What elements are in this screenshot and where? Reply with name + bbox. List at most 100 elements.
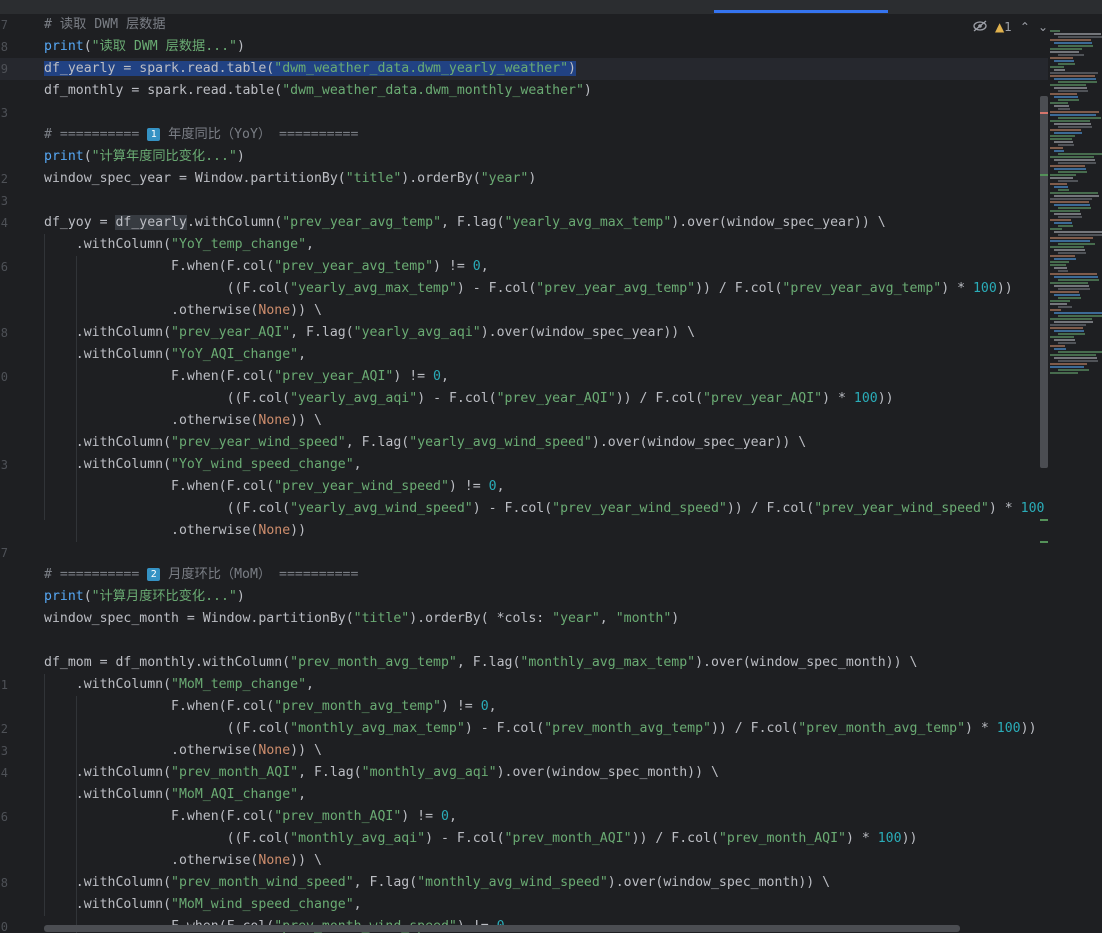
next-problem-icon[interactable]: ⌄	[1038, 20, 1048, 34]
minimap-line	[1050, 246, 1084, 248]
code-line[interactable]: F.when(F.col("prev_year_wind_speed") != …	[0, 476, 1048, 498]
minimap-line	[1058, 252, 1086, 254]
minimap-line	[1058, 234, 1102, 236]
line-number: 7	[0, 18, 8, 32]
minimap-line	[1050, 135, 1075, 137]
code-line[interactable]: 4 df_yoy = df_yearly.withColumn("prev_yea…	[0, 212, 1048, 234]
code-line[interactable]: 0 F.when(F.col("prev_year_AQI") != 0,	[0, 366, 1048, 388]
code-line[interactable]: ((F.col("yearly_avg_wind_speed") - F.col…	[0, 498, 1048, 520]
minimap-line	[1054, 141, 1073, 143]
previous-problem-icon[interactable]: ⌃	[1020, 20, 1030, 34]
minimap-line	[1050, 177, 1073, 179]
line-number: 0	[0, 920, 8, 933]
code-line[interactable]: .withColumn("YoY_AQI_change",	[0, 344, 1048, 366]
minimap-line	[1058, 144, 1074, 146]
minimap-line	[1058, 180, 1078, 182]
code-line[interactable]: 6 F.when(F.col("prev_month_AQI") != 0,	[0, 806, 1048, 828]
vertical-scrollbar[interactable]	[1040, 96, 1048, 468]
code-line[interactable]: # ========== 1 年度同比（YoY） ==========	[0, 124, 1048, 146]
code-line[interactable]: ((F.col("yearly_avg_aqi") - F.col("prev_…	[0, 388, 1048, 410]
line-number: 0	[0, 370, 8, 384]
code-text: .withColumn("YoY_wind_speed_change",	[44, 457, 362, 472]
change-stripe-marker[interactable]	[1040, 541, 1048, 543]
error-stripe-marker[interactable]	[1040, 112, 1048, 114]
minimap-line	[1054, 213, 1081, 215]
line-number: 8	[0, 40, 8, 54]
code-line[interactable]: 4 .withColumn("prev_month_AQI", F.lag("m…	[0, 762, 1048, 784]
code-line[interactable]: .withColumn("MoM_wind_speed_change",	[0, 894, 1048, 916]
editor-tab-bar	[0, 0, 1102, 15]
code-line[interactable]: 3 .otherwise(None)) \	[0, 740, 1048, 762]
code-line[interactable]: print("计算月度环比变化...")	[0, 586, 1048, 608]
code-line[interactable]: 9 df_yearly = spark.read.table("dwm_weath…	[0, 58, 1048, 80]
minimap-line	[1050, 75, 1095, 77]
minimap-line	[1058, 270, 1068, 272]
code-line[interactable]: .withColumn("YoY_temp_change",	[0, 234, 1048, 256]
code-line[interactable]: 2 window_spec_year = Window.partitionBy("…	[0, 168, 1048, 190]
code-line[interactable]: 1 .withColumn("MoM_temp_change",	[0, 674, 1048, 696]
code-line[interactable]: .otherwise(None)) \	[0, 850, 1048, 872]
minimap-line	[1058, 207, 1091, 209]
minimap-line	[1050, 366, 1084, 368]
code-line[interactable]: 8 .withColumn("prev_year_AQI", F.lag("ye…	[0, 322, 1048, 344]
code-line[interactable]: 7	[0, 542, 1048, 564]
change-stripe-marker[interactable]	[1040, 519, 1048, 521]
code-line[interactable]: df_monthly = spark.read.table("dwm_weath…	[0, 80, 1048, 102]
code-line[interactable]: 3	[0, 102, 1048, 124]
code-line[interactable]: .otherwise(None)) \	[0, 300, 1048, 322]
minimap-line	[1058, 243, 1095, 245]
code-text: # ========== 2 月度环比（MoM） ==========	[44, 567, 359, 582]
code-line[interactable]: 8 .withColumn("prev_month_wind_speed", F…	[0, 872, 1048, 894]
code-editor[interactable]: 7 # 读取 DWM 层数据 8 print("读取 DWM 层数据...") 9 df_…	[0, 14, 1048, 933]
code-line[interactable]: print("计算年度同比变化...")	[0, 146, 1048, 168]
minimap-line	[1050, 324, 1086, 326]
code-text: F.when(F.col("prev_year_wind_speed") != …	[44, 479, 505, 494]
code-text: ((F.col("yearly_avg_wind_speed") - F.col…	[44, 501, 1045, 516]
horizontal-scrollbar[interactable]	[44, 925, 960, 932]
minimap-line	[1050, 354, 1096, 356]
active-tab-indicator[interactable]	[714, 10, 888, 13]
section-number-badge: 2	[147, 568, 161, 581]
section-number-badge: 1	[147, 128, 161, 141]
minimap-line	[1050, 372, 1078, 374]
code-line[interactable]: 3	[0, 190, 1048, 212]
code-line[interactable]: ((F.col("monthly_avg_aqi") - F.col("prev…	[0, 828, 1048, 850]
minimap-line	[1054, 42, 1092, 44]
warning-indicator[interactable]: ▲1	[995, 20, 1012, 34]
code-line[interactable]: F.when(F.col("prev_month_avg_temp") != 0…	[0, 696, 1048, 718]
change-stripe-marker[interactable]	[1040, 174, 1048, 176]
code-line[interactable]: .otherwise(None)) \	[0, 410, 1048, 432]
minimap-line	[1050, 183, 1067, 185]
code-line[interactable]: .otherwise(None))	[0, 520, 1048, 542]
minimap-line	[1058, 279, 1099, 281]
minimap-line	[1054, 258, 1076, 260]
minimap-line	[1050, 111, 1099, 113]
reader-mode-icon[interactable]	[973, 20, 987, 35]
code-text: .withColumn("MoM_temp_change",	[44, 677, 314, 692]
minimap-line	[1050, 129, 1081, 131]
minimap-line	[1054, 330, 1084, 332]
code-line[interactable]: # ========== 2 月度环比（MoM） ==========	[0, 564, 1048, 586]
code-line[interactable]: .withColumn("MoM_AQI_change",	[0, 784, 1048, 806]
code-line[interactable]: 8 print("读取 DWM 层数据...")	[0, 36, 1048, 58]
minimap-line	[1058, 126, 1092, 128]
code-line[interactable]: 6 F.when(F.col("prev_year_avg_temp") != …	[0, 256, 1048, 278]
code-line[interactable]: 3 .withColumn("YoY_wind_speed_change",	[0, 454, 1048, 476]
minimap-line	[1058, 171, 1087, 173]
code-line[interactable]: window_spec_month = Window.partitionBy("…	[0, 608, 1048, 630]
minimap-line	[1054, 357, 1097, 359]
code-line[interactable]	[0, 630, 1048, 652]
minimap-line	[1054, 321, 1093, 323]
code-line[interactable]: .withColumn("prev_year_wind_speed", F.la…	[0, 432, 1048, 454]
warning-icon: ▲	[995, 20, 1005, 34]
code-line[interactable]: ((F.col("yearly_avg_max_temp") - F.col("…	[0, 278, 1048, 300]
minimap[interactable]	[1048, 14, 1102, 933]
minimap-line	[1054, 123, 1091, 125]
code-text: print("计算月度环比变化...")	[44, 589, 245, 604]
minimap-line	[1054, 186, 1068, 188]
code-line[interactable]: 2 ((F.col("monthly_avg_max_temp") - F.co…	[0, 718, 1048, 740]
minimap-line	[1054, 222, 1072, 224]
code-line[interactable]: df_mom = df_monthly.withColumn("prev_mon…	[0, 652, 1048, 674]
code-line[interactable]: 7 # 读取 DWM 层数据	[0, 14, 1048, 36]
minimap-line	[1050, 240, 1090, 242]
